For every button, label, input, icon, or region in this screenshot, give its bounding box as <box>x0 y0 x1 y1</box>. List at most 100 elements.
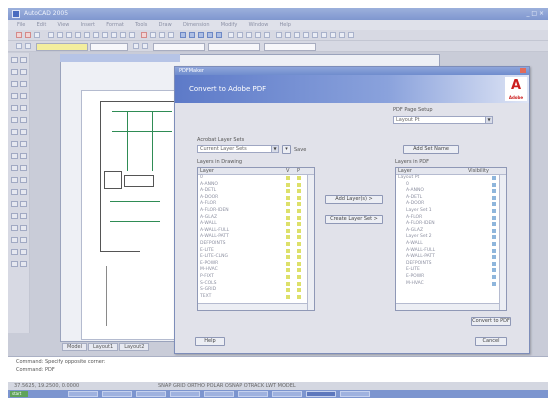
tool-icon[interactable] <box>11 261 18 267</box>
tool-icon[interactable] <box>11 117 18 123</box>
toolbar-button[interactable] <box>66 32 72 38</box>
close-icon[interactable] <box>520 68 526 73</box>
visibility-checkbox[interactable] <box>297 202 301 207</box>
toolbar-button[interactable] <box>285 32 291 38</box>
visibility-checkbox[interactable] <box>297 208 301 213</box>
layers-in-pdf-list[interactable]: Layer Visibility Layout Pt 0 A-ANNO A-DETL A… <box>395 167 507 311</box>
tool-icon[interactable] <box>20 129 27 135</box>
toolbar-button[interactable] <box>276 32 282 38</box>
visibility-checkbox[interactable] <box>297 189 301 194</box>
tool-icon[interactable] <box>11 93 18 99</box>
menu-item[interactable]: Draw <box>159 22 172 28</box>
visibility-checkbox[interactable] <box>492 195 496 200</box>
visibility-checkbox[interactable] <box>286 268 290 273</box>
visibility-checkbox[interactable] <box>286 182 290 187</box>
visibility-checkbox[interactable] <box>492 208 496 213</box>
visibility-checkbox[interactable] <box>492 261 496 266</box>
taskbar-item[interactable] <box>102 391 132 397</box>
toolbar-button[interactable] <box>321 32 327 38</box>
taskbar-item[interactable] <box>272 391 302 397</box>
add-set-name-button[interactable]: Add Set Name <box>403 145 459 154</box>
toolbar-button[interactable] <box>120 32 126 38</box>
horizontal-scrollbar[interactable] <box>396 303 499 310</box>
list-item[interactable]: Layer Set 1 <box>396 208 506 215</box>
page-setup-dropdown[interactable]: Layout Pt ▼ <box>393 116 493 124</box>
visibility-checkbox[interactable] <box>286 235 290 240</box>
taskbar-item[interactable] <box>340 391 370 397</box>
visibility-checkbox[interactable] <box>492 228 496 233</box>
tab-layout2[interactable]: Layout2 <box>119 343 150 351</box>
start-button[interactable]: start <box>10 391 28 397</box>
visibility-checkbox[interactable] <box>286 228 290 233</box>
tool-icon[interactable] <box>11 57 18 63</box>
tool-icon[interactable] <box>11 201 18 207</box>
visibility-checkbox[interactable] <box>297 255 301 260</box>
visibility-checkbox[interactable] <box>297 274 301 279</box>
taskbar-item[interactable] <box>204 391 234 397</box>
visibility-checkbox[interactable] <box>297 195 301 200</box>
tool-icon[interactable] <box>20 93 27 99</box>
taskbar-item[interactable] <box>68 391 98 397</box>
convert-to-pdf-button[interactable]: Convert to PDF <box>471 317 511 326</box>
vertical-scrollbar[interactable] <box>499 175 506 310</box>
tool-icon[interactable] <box>11 81 18 87</box>
visibility-checkbox[interactable] <box>286 294 290 299</box>
toolbar-button[interactable] <box>168 32 174 38</box>
layers-in-drawing-list[interactable]: Layer V P 0 A-ANNO A-DETL A-DOOR A-FLOR A-FLO… <box>197 167 315 311</box>
visibility-checkbox[interactable] <box>297 176 301 180</box>
visibility-checkbox[interactable] <box>492 222 496 227</box>
taskbar-item[interactable] <box>136 391 166 397</box>
toolbar-button[interactable] <box>133 43 139 49</box>
visibility-checkbox[interactable] <box>297 268 301 273</box>
visibility-checkbox[interactable] <box>492 215 496 220</box>
toolbar-button[interactable] <box>180 32 186 38</box>
menu-item[interactable]: Window <box>249 22 269 28</box>
layer-dropdown[interactable] <box>36 43 88 51</box>
menu-item[interactable]: Edit <box>37 22 47 28</box>
tool-icon[interactable] <box>20 237 27 243</box>
toolbar-button[interactable] <box>25 32 31 38</box>
visibility-checkbox[interactable] <box>297 228 301 233</box>
toolbar-button[interactable] <box>207 32 213 38</box>
visibility-checkbox[interactable] <box>492 235 496 240</box>
toolbar-button[interactable] <box>228 32 234 38</box>
visibility-checkbox[interactable] <box>297 241 301 246</box>
tool-icon[interactable] <box>20 117 27 123</box>
visibility-checkbox[interactable] <box>297 294 301 299</box>
list-item[interactable]: E-POWR <box>396 274 506 281</box>
toolbar-button[interactable] <box>330 32 336 38</box>
vertical-scrollbar[interactable] <box>307 175 314 310</box>
list-item[interactable]: A-FLOR-IDEN <box>198 208 314 215</box>
toolbar-button[interactable] <box>102 32 108 38</box>
tool-icon[interactable] <box>11 213 18 219</box>
list-item[interactable]: DEFPOINTS <box>198 241 314 248</box>
tab-model[interactable]: Model <box>62 343 88 351</box>
taskbar-item[interactable] <box>238 391 268 397</box>
toolbar-button[interactable] <box>34 32 40 38</box>
visibility-checkbox[interactable] <box>286 261 290 266</box>
visibility-checkbox[interactable] <box>297 222 301 227</box>
list-item[interactable]: E-LITE-CLNG <box>198 254 314 261</box>
tool-icon[interactable] <box>11 129 18 135</box>
visibility-checkbox[interactable] <box>286 195 290 200</box>
tool-icon[interactable] <box>11 165 18 171</box>
list-item[interactable]: TEXT <box>198 294 314 301</box>
menu-item[interactable]: File <box>17 22 25 28</box>
visibility-checkbox[interactable] <box>297 182 301 187</box>
taskbar-item-active[interactable] <box>306 391 336 397</box>
visibility-checkbox[interactable] <box>297 281 301 286</box>
visibility-checkbox[interactable] <box>492 248 496 253</box>
toolbar-button[interactable] <box>129 32 135 38</box>
menu-item[interactable]: Insert <box>81 22 95 28</box>
toolbar-button[interactable] <box>264 32 270 38</box>
cancel-button[interactable]: Cancel <box>475 337 507 346</box>
toolbar-button[interactable] <box>25 43 31 49</box>
tool-icon[interactable] <box>20 57 27 63</box>
toolbar-button[interactable] <box>159 32 165 38</box>
visibility-checkbox[interactable] <box>297 261 301 266</box>
toolbar-button[interactable] <box>84 32 90 38</box>
linetype-dropdown[interactable] <box>153 43 205 51</box>
tool-icon[interactable] <box>11 225 18 231</box>
visibility-checkbox[interactable] <box>492 202 496 207</box>
visibility-checkbox[interactable] <box>286 248 290 253</box>
